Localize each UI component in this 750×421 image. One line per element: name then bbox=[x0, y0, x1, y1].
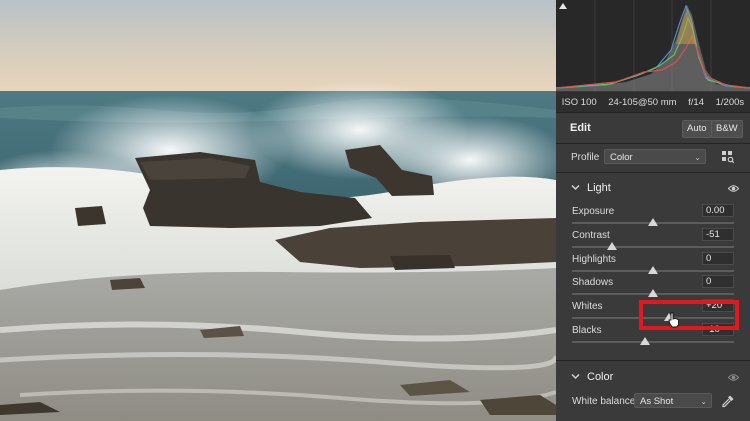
lens-value: 24-105@50 mm bbox=[608, 96, 677, 108]
exposure-label: Exposure bbox=[572, 206, 615, 217]
chevron-down-icon: ⌄ bbox=[700, 397, 707, 406]
camera-info-bar: ISO 100 24-105@50 mm f/14 1/200s bbox=[556, 92, 750, 112]
seascape-photo bbox=[0, 0, 556, 421]
profile-browser-icon[interactable] bbox=[722, 151, 734, 163]
highlights-slider-thumb[interactable] bbox=[648, 266, 658, 274]
white-balance-value: As Shot bbox=[640, 396, 674, 407]
whites-label: Whites bbox=[572, 301, 603, 312]
contrast-label: Contrast bbox=[572, 230, 610, 241]
shadows-value-field[interactable]: 0 bbox=[702, 275, 734, 288]
contrast-slider-track[interactable] bbox=[572, 246, 734, 248]
chevron-down-icon bbox=[571, 184, 580, 191]
eyedropper-icon[interactable] bbox=[721, 394, 735, 408]
histogram bbox=[555, 0, 750, 91]
aperture-value: f/14 bbox=[688, 96, 704, 108]
contrast-slider-row: Contrast -51 bbox=[556, 228, 750, 254]
contrast-slider-thumb[interactable] bbox=[606, 242, 617, 250]
light-section-title: Light bbox=[587, 182, 611, 194]
blacks-label: Blacks bbox=[572, 325, 602, 336]
edit-header: Edit Auto B&W bbox=[556, 113, 750, 143]
photo-canvas[interactable] bbox=[0, 0, 556, 421]
annotation-highlight-box bbox=[639, 300, 739, 330]
clipping-warning-icon[interactable] bbox=[558, 1, 568, 11]
highlights-label: Highlights bbox=[572, 254, 616, 265]
chevron-down-icon bbox=[571, 373, 580, 380]
eye-icon[interactable] bbox=[728, 373, 739, 382]
bw-button[interactable]: B&W bbox=[711, 120, 743, 138]
color-section-header[interactable]: Color bbox=[556, 367, 750, 389]
color-section-title: Color bbox=[587, 371, 614, 383]
shutter-value: 1/200s bbox=[715, 96, 745, 108]
profile-select-value: Color bbox=[610, 152, 633, 163]
eye-icon[interactable] bbox=[728, 184, 739, 193]
edit-panel: ISO 100 24-105@50 mm f/14 1/200s Edit Au… bbox=[555, 0, 750, 421]
blacks-slider-track[interactable] bbox=[572, 341, 734, 343]
shadows-slider-thumb[interactable] bbox=[648, 289, 658, 297]
profile-label: Profile bbox=[571, 152, 600, 163]
blacks-slider-thumb[interactable] bbox=[639, 337, 650, 345]
iso-value: ISO 100 bbox=[561, 96, 597, 108]
auto-button[interactable]: Auto bbox=[682, 120, 712, 138]
exposure-value-field[interactable]: 0.00 bbox=[702, 204, 734, 217]
white-balance-row: White balance As Shot ⌄ bbox=[556, 392, 750, 414]
contrast-value-field[interactable]: -51 bbox=[702, 228, 734, 241]
shadows-slider-row: Shadows 0 bbox=[556, 275, 750, 301]
edit-title: Edit bbox=[570, 122, 591, 134]
highlights-value-field[interactable]: 0 bbox=[702, 252, 734, 265]
white-balance-label: White balance bbox=[572, 396, 636, 407]
profile-select[interactable]: Color ⌄ bbox=[604, 149, 706, 164]
white-balance-select[interactable]: As Shot ⌄ bbox=[634, 393, 712, 408]
light-section-header[interactable]: Light bbox=[556, 178, 750, 200]
chevron-down-icon: ⌄ bbox=[694, 153, 701, 162]
hand-pointer-cursor-icon bbox=[668, 312, 679, 328]
profile-row: Profile Color ⌄ bbox=[556, 144, 750, 172]
exposure-slider-thumb[interactable] bbox=[648, 218, 658, 226]
exposure-slider-row: Exposure 0.00 bbox=[556, 204, 750, 230]
shadows-label: Shadows bbox=[572, 277, 614, 288]
